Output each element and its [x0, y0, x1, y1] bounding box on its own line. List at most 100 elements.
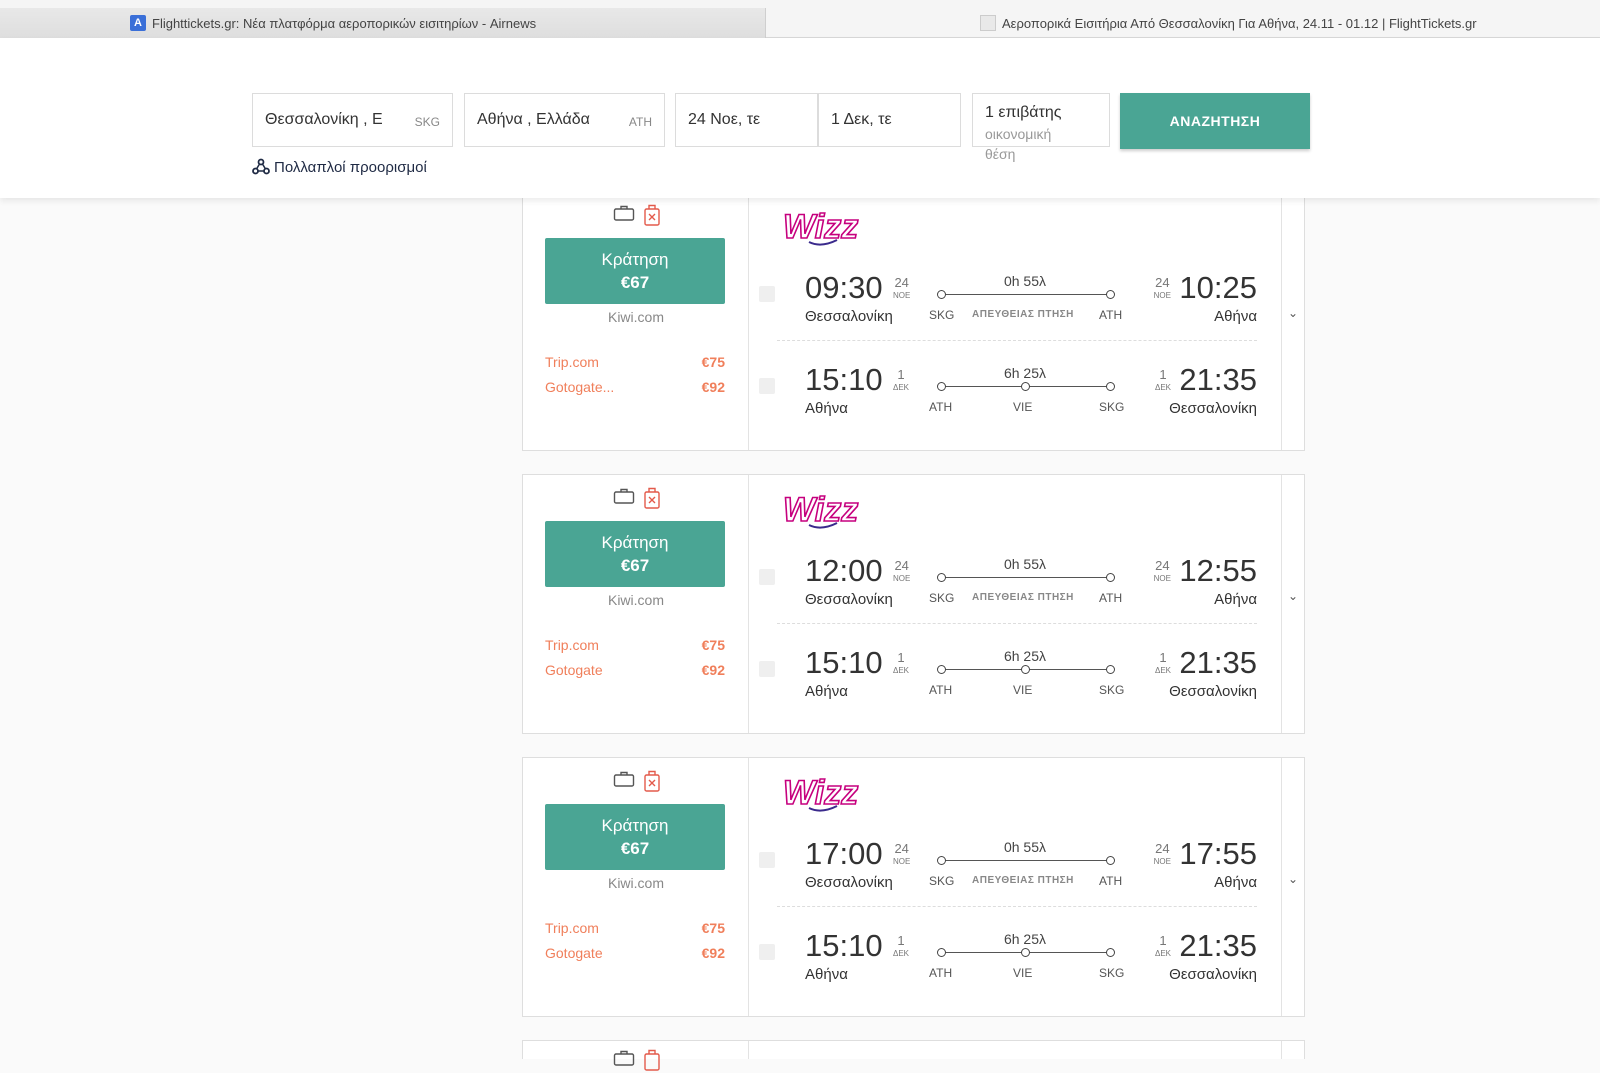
- passengers-field[interactable]: 1 επιβάτης οικονομική θέση: [972, 93, 1110, 162]
- leg-checkbox[interactable]: [759, 286, 775, 302]
- route-line: 0h 55λ SKG ΑΠΕΥΘΕΙΑΣ ΠΤΗΣΗ ATH: [929, 836, 1122, 896]
- direct-flight-label: ΑΠΕΥΘΕΙΑΣ ΠΤΗΣΗ: [972, 309, 1074, 320]
- arrival-day: 24: [1155, 841, 1170, 856]
- wizz-logo: Wizz: [782, 490, 859, 530]
- stopover-airport: VIE: [1013, 683, 1033, 697]
- book-button[interactable]: Κράτηση €67: [545, 804, 725, 870]
- alt-provider-name: Trip.com: [545, 920, 599, 936]
- arrival-month: ΔΕΚ: [1154, 383, 1171, 392]
- destination-airport: SKG: [1099, 683, 1125, 697]
- origin-airport: SKG: [929, 308, 955, 322]
- flight-duration: 6h 25λ: [1003, 648, 1047, 664]
- inbound-leg: 15:10 1 ΔΕΚ Αθήνα 6h 25λ ATH VIE SKG 1 ΔΕΚ…: [749, 928, 1283, 1012]
- outbound-leg: 17:00 24 ΝΟΕ Θεσσαλονίκη 0h 55λ SKG ΑΠΕΥΘ…: [749, 836, 1283, 920]
- departure-month: ΝΟΕ: [893, 574, 911, 583]
- arrival-date: 24 ΝΟΕ: [1154, 276, 1171, 302]
- arrival-month: ΝΟΕ: [1153, 291, 1171, 300]
- leg-checkbox[interactable]: [759, 661, 775, 677]
- booking-panel: [523, 1041, 749, 1071]
- departure-month: ΝΟΕ: [893, 291, 911, 300]
- departure-time: 15:10: [805, 362, 883, 397]
- route-line: 6h 25λ ATH VIE SKG: [929, 645, 1124, 705]
- destination-airport: ATH: [1099, 308, 1123, 322]
- leg-checkbox[interactable]: [759, 852, 775, 868]
- expand-panel[interactable]: ⌄: [1281, 758, 1304, 1016]
- wizz-logo-text: Wizz: [783, 208, 858, 246]
- expand-panel[interactable]: ⌄: [1281, 192, 1304, 450]
- chevron-down-icon: ⌄: [1287, 872, 1298, 886]
- leg-checkbox[interactable]: [759, 944, 775, 960]
- departure-city: Θεσσαλονίκη: [805, 591, 893, 608]
- departure-city: Αθήνα: [805, 683, 848, 700]
- direct-flight-label: ΑΠΕΥΘΕΙΑΣ ΠΤΗΣΗ: [972, 875, 1074, 886]
- multi-city-link[interactable]: Πολλαπλοί προορισμοί: [252, 158, 427, 176]
- book-button[interactable]: Κράτηση €67: [545, 238, 725, 304]
- alt-provider-row[interactable]: Trip.com €75: [545, 637, 725, 653]
- alt-provider-name: Gotogate: [545, 662, 603, 678]
- return-date-field[interactable]: 1 Δεκ, τε: [818, 93, 961, 147]
- tab-title: Αεροπορικά Εισιτήρια Από Θεσσαλονίκη Για…: [1002, 15, 1477, 31]
- departure-month: ΝΟΕ: [893, 857, 911, 866]
- departure-day: 1: [897, 650, 905, 665]
- departure-date: 24 ΝΟΕ: [893, 276, 910, 302]
- leg-checkbox[interactable]: [759, 378, 775, 394]
- provider-name: Kiwi.com: [607, 309, 664, 325]
- flight-duration: 0h 55λ: [1003, 273, 1047, 289]
- depart-date-field[interactable]: 24 Νοε, τε: [675, 93, 818, 147]
- origin-code: SKG: [414, 115, 440, 129]
- browser-tab-active[interactable]: A Flighttickets.gr: Νέα πλατφόρμα αεροπο…: [0, 8, 766, 38]
- chevron-down-icon: ⌄: [1287, 306, 1298, 320]
- search-form: Θεσσαλονίκη , Ε SKG Αθήνα , Ελλάδα ATH 2…: [0, 38, 1600, 198]
- depart-date-value: 24 Νοε, τε: [688, 111, 761, 128]
- destination-airport: SKG: [1099, 400, 1125, 414]
- alt-provider-row[interactable]: Gotogate €92: [545, 662, 725, 678]
- departure-day: 1: [897, 367, 905, 382]
- departure-day: 24: [894, 275, 909, 290]
- wizz-logo: Wizz: [782, 773, 859, 813]
- inbound-leg: 15:10 1 ΔΕΚ Αθήνα 6h 25λ ATH VIE SKG 1 ΔΕΚ…: [749, 362, 1283, 446]
- book-price: €67: [620, 273, 650, 292]
- alt-provider-price: €75: [701, 354, 725, 370]
- no-checked-bag-icon: [644, 487, 660, 509]
- arrival-day: 24: [1155, 275, 1170, 290]
- arrival-city: Θεσσαλονίκη: [1169, 683, 1257, 700]
- flighttickets-favicon-icon: [980, 15, 996, 31]
- alt-provider-row[interactable]: Trip.com €75: [545, 354, 725, 370]
- alt-provider-price: €92: [701, 379, 725, 395]
- departure-time: 15:10: [805, 928, 883, 963]
- origin-field[interactable]: Θεσσαλονίκη , Ε SKG: [252, 93, 453, 147]
- origin-airport: SKG: [929, 591, 955, 605]
- expand-panel[interactable]: [1281, 1041, 1304, 1059]
- expand-panel[interactable]: ⌄: [1281, 475, 1304, 733]
- cabin-bag-icon: [613, 1050, 635, 1066]
- leg-checkbox[interactable]: [759, 569, 775, 585]
- arrival-date: 24 ΝΟΕ: [1154, 559, 1171, 585]
- departure-time: 12:00: [805, 553, 883, 588]
- departure-time: 09:30: [805, 270, 883, 305]
- book-button[interactable]: Κράτηση €67: [545, 521, 725, 587]
- wizz-logo-text: Wizz: [783, 491, 858, 529]
- arrival-date: 24 ΝΟΕ: [1154, 842, 1171, 868]
- alt-provider-row[interactable]: Gotogate... €92: [545, 379, 725, 395]
- departure-month: ΔΕΚ: [893, 666, 910, 675]
- departure-month: ΔΕΚ: [893, 383, 910, 392]
- arrival-month: ΝΟΕ: [1153, 857, 1171, 866]
- multi-destination-icon: [252, 158, 270, 175]
- alt-provider-row[interactable]: Gotogate €92: [545, 945, 725, 961]
- departure-date: 1 ΔΕΚ: [893, 651, 909, 677]
- origin-airport: SKG: [929, 874, 955, 888]
- book-price: €67: [620, 556, 650, 575]
- browser-tab-inactive[interactable]: Αεροπορικά Εισιτήρια Από Θεσσαλονίκη Για…: [980, 8, 1477, 38]
- arrival-month: ΔΕΚ: [1154, 949, 1171, 958]
- passenger-count: 1 επιβάτης: [985, 104, 1062, 121]
- destination-code: ATH: [628, 115, 652, 129]
- departure-month: ΔΕΚ: [893, 949, 910, 958]
- flight-result-card: Κράτηση €67 Kiwi.com Trip.com €75 Gotoga…: [522, 474, 1305, 734]
- departure-day: 24: [894, 558, 909, 573]
- arrival-day: 1: [1159, 933, 1167, 948]
- alt-provider-row[interactable]: Trip.com €75: [545, 920, 725, 936]
- route-line: 0h 55λ SKG ΑΠΕΥΘΕΙΑΣ ΠΤΗΣΗ ATH: [929, 270, 1122, 330]
- search-button[interactable]: ΑΝΑΖΗΤΗΣΗ: [1120, 93, 1310, 149]
- destination-field[interactable]: Αθήνα , Ελλάδα ATH: [464, 93, 665, 147]
- book-label: Κράτηση: [601, 250, 669, 269]
